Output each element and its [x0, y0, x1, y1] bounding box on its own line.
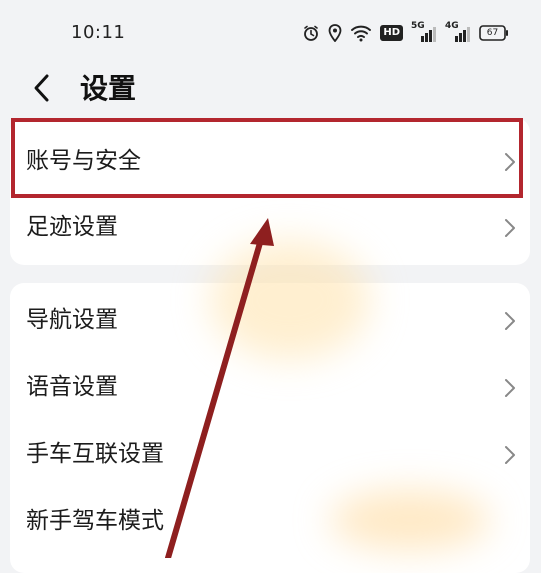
status-icons: HD 5G 4G 67 — [302, 21, 509, 44]
settings-item-navigation[interactable]: 导航设置 — [10, 287, 530, 353]
signal-5g-icon: 5G — [411, 21, 437, 43]
status-bar: 10:11 HD 5G 4G 67 — [0, 0, 541, 66]
signal-4g-icon: 4G — [445, 21, 471, 43]
chevron-right-icon — [505, 446, 515, 464]
settings-item-label: 导航设置 — [26, 307, 118, 333]
chevron-right-icon — [505, 153, 515, 171]
settings-item-label: 账号与安全 — [26, 148, 141, 174]
settings-item-label: 语音设置 — [26, 374, 118, 400]
settings-item-label: 新手驾车模式 — [26, 508, 164, 534]
settings-item-account-security[interactable]: 账号与安全 — [10, 128, 530, 194]
settings-group-account: 账号与安全 足迹设置 — [10, 118, 530, 265]
chevron-right-icon — [505, 379, 515, 397]
settings-item-footprint[interactable]: 足迹设置 — [10, 194, 530, 260]
settings-item-label: 手车互联设置 — [26, 441, 164, 467]
settings-item-novice-driving-mode[interactable]: 新手驾车模式 — [10, 488, 530, 554]
wifi-icon — [350, 24, 372, 42]
page-title: 设置 — [80, 72, 137, 105]
battery-icon: 67 — [479, 25, 509, 41]
alarm-icon — [302, 24, 320, 42]
hd-icon: HD — [380, 25, 403, 41]
chevron-right-icon — [505, 312, 515, 330]
back-button[interactable] — [26, 70, 56, 106]
location-icon — [328, 24, 342, 42]
settings-item-voice[interactable]: 语音设置 — [10, 354, 530, 420]
settings-group-general: 导航设置 语音设置 手车互联设置 新手驾车模式 — [10, 283, 530, 573]
header: 设置 — [0, 66, 541, 112]
chevron-left-icon — [34, 74, 49, 102]
settings-item-phone-car-link[interactable]: 手车互联设置 — [10, 421, 530, 487]
status-time: 10:11 — [71, 22, 126, 43]
settings-item-label: 足迹设置 — [26, 214, 118, 240]
chevron-right-icon — [505, 219, 515, 237]
